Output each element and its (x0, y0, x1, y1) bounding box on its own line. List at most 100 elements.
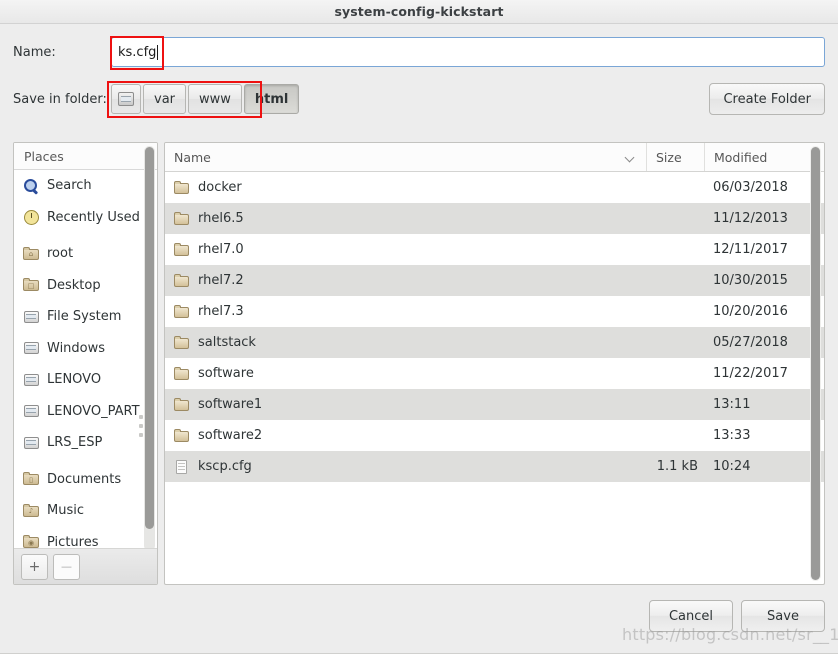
places-sidebar: Places Search Recently Used ⌂ root □ Des… (13, 142, 158, 585)
sidebar-item-label: LENOVO (47, 372, 102, 388)
folder-icon (174, 242, 190, 258)
cancel-button[interactable]: Cancel (649, 600, 733, 632)
table-row[interactable]: rhel7.0 12/11/2017 (165, 234, 824, 265)
folder-icon (174, 211, 190, 227)
remove-bookmark-button[interactable]: — (53, 553, 80, 580)
window-title: system-config-kickstart (334, 4, 504, 19)
file-name-cell: rhel7.0 (165, 242, 646, 258)
file-list-pane: Name Size Modified docker 06/03/2018 rhe… (164, 142, 825, 585)
column-header-size[interactable]: Size (646, 143, 704, 171)
sidebar-item-pictures[interactable]: ◉ Pictures (14, 527, 157, 548)
sidebar-item-label: Windows (47, 340, 106, 356)
path-button-root[interactable] (111, 84, 141, 114)
name-row: Name: ks.cfg (13, 36, 825, 70)
file-list-header: Name Size Modified (165, 143, 824, 172)
sidebar-item-lenovo[interactable]: LENOVO (14, 364, 157, 396)
places-scrollbar[interactable] (144, 146, 155, 548)
sidebar-item-documents[interactable]: ▯ Documents (14, 464, 157, 496)
file-modified-cell: 10:24 (713, 459, 751, 474)
grip-dot (139, 424, 143, 428)
table-row[interactable]: software2 13:33 (165, 420, 824, 451)
home-folder-icon: ⌂ (23, 246, 40, 262)
music-folder-icon: ♪ (23, 503, 40, 519)
dialog-action-bar: Cancel Save (0, 592, 838, 654)
file-modified-cell: 12/11/2017 (713, 242, 788, 257)
file-name: software1 (198, 397, 263, 412)
file-name: rhel7.2 (198, 273, 244, 288)
file-modified-cell: 06/03/2018 (713, 180, 788, 195)
name-label: Name: (13, 44, 56, 60)
file-modified-cell: 10/30/2015 (713, 273, 788, 288)
sidebar-item-label: Search (47, 178, 92, 194)
path-button-var[interactable]: var (143, 84, 187, 114)
file-name-cell: software1 (165, 397, 646, 413)
disk-icon (23, 435, 40, 451)
sidebar-item-music[interactable]: ♪ Music (14, 495, 157, 527)
file-name-cell: rhel7.3 (165, 304, 646, 320)
sidebar-item-lrs-esp[interactable]: LRS_ESP (14, 427, 157, 459)
grip-dot (139, 415, 143, 419)
filename-value: ks.cfg (118, 44, 157, 60)
file-list-scrollbar[interactable] (810, 146, 821, 581)
save-button[interactable]: Save (741, 600, 825, 632)
window-titlebar: system-config-kickstart (0, 0, 838, 24)
disk-icon (23, 340, 40, 356)
table-row[interactable]: saltstack 05/27/2018 (165, 327, 824, 358)
sidebar-item-lenovo-part[interactable]: LENOVO_PART (14, 396, 157, 428)
grip-dot (139, 433, 143, 437)
sidebar-item-root[interactable]: ⌂ root (14, 238, 157, 270)
file-list-scrollbar-thumb[interactable] (811, 147, 820, 580)
create-folder-button[interactable]: Create Folder (709, 83, 825, 115)
table-row[interactable]: rhel7.2 10/30/2015 (165, 265, 824, 296)
table-row[interactable]: kscp.cfg 1.1 kB 10:24 (165, 451, 824, 482)
path-button-html[interactable]: html (243, 84, 300, 114)
filename-value-wrap: ks.cfg (118, 38, 159, 66)
sidebar-item-recently-used[interactable]: Recently Used (14, 202, 157, 234)
table-row[interactable]: rhel6.5 11/12/2013 (165, 203, 824, 234)
disk-icon (23, 403, 40, 419)
table-row[interactable]: software1 13:11 (165, 389, 824, 420)
folder-icon (174, 304, 190, 320)
file-name-cell: docker (165, 180, 646, 196)
sidebar-item-windows[interactable]: Windows (14, 333, 157, 365)
folder-icon (174, 428, 190, 444)
file-name: rhel7.0 (198, 242, 244, 257)
folder-icon (174, 366, 190, 382)
add-bookmark-button[interactable]: + (21, 553, 48, 580)
column-header-modified[interactable]: Modified (704, 143, 824, 171)
file-modified-cell: 10/20/2016 (713, 304, 788, 319)
file-modified-cell: 13:33 (713, 428, 751, 443)
file-name-cell: software (165, 366, 646, 382)
column-header-name[interactable]: Name (165, 143, 646, 171)
file-list-rows: docker 06/03/2018 rhel6.5 11/12/2013 rhe… (165, 172, 824, 584)
places-scrollbar-thumb[interactable] (145, 147, 154, 529)
pane-resize-grip[interactable] (139, 415, 143, 437)
sidebar-item-label: Pictures (47, 534, 99, 548)
sidebar-item-desktop[interactable]: □ Desktop (14, 270, 157, 302)
file-name: docker (198, 180, 242, 195)
file-name-cell: rhel6.5 (165, 211, 646, 227)
sidebar-item-search[interactable]: Search (14, 170, 157, 202)
column-header-label: Name (174, 149, 211, 165)
places-header: Places (14, 143, 157, 170)
sidebar-item-label: LENOVO_PART (47, 403, 140, 419)
sidebar-item-label: LRS_ESP (47, 435, 103, 451)
table-row[interactable]: rhel7.3 10/20/2016 (165, 296, 824, 327)
file-modified-cell: 11/22/2017 (713, 366, 788, 381)
disk-icon (23, 309, 40, 325)
table-row[interactable]: software 11/22/2017 (165, 358, 824, 389)
sidebar-item-file-system[interactable]: File System (14, 301, 157, 333)
file-modified-cell: 13:11 (713, 397, 751, 412)
documents-folder-icon: ▯ (23, 471, 40, 487)
table-row[interactable]: docker 06/03/2018 (165, 172, 824, 203)
path-button-www[interactable]: www (188, 84, 242, 114)
file-size-cell: 1.1 kB (656, 459, 698, 474)
folder-icon (174, 273, 190, 289)
file-name: rhel7.3 (198, 304, 244, 319)
filename-input[interactable]: ks.cfg (110, 36, 825, 70)
sidebar-item-label: Music (47, 503, 84, 519)
places-footer-toolbar: + — (14, 548, 157, 584)
sidebar-item-label: Desktop (47, 277, 101, 293)
pictures-folder-icon: ◉ (23, 534, 40, 548)
sidebar-item-label: root (47, 246, 74, 262)
